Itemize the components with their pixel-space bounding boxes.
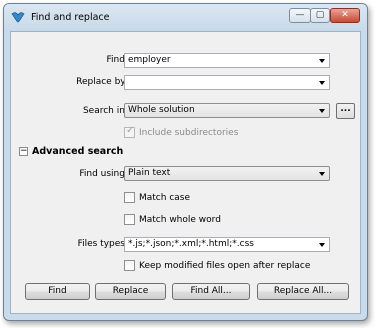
replace-button[interactable]: Replace bbox=[95, 283, 166, 300]
match-case-label: Match case bbox=[139, 193, 191, 203]
file-types-input[interactable]: *.js;*.json;*.xml;*.html;*.css bbox=[124, 237, 330, 252]
chevron-down-icon[interactable] bbox=[319, 81, 325, 85]
window-title: Find and replace bbox=[31, 12, 110, 23]
find-all-button[interactable]: Find All... bbox=[172, 283, 250, 300]
include-subdirectories-label: Include subdirectories bbox=[139, 128, 239, 138]
browse-button[interactable]: ... bbox=[336, 103, 355, 119]
file-types-label: Files types: bbox=[77, 239, 128, 249]
minimize-button[interactable]: — bbox=[289, 8, 311, 23]
find-button[interactable]: Find bbox=[25, 283, 90, 300]
replace-all-button[interactable]: Replace All... bbox=[257, 283, 349, 300]
find-using-value: Plain text bbox=[128, 168, 171, 178]
include-subdirectories-checkbox[interactable]: ✓ bbox=[124, 125, 135, 138]
title-bar[interactable]: Find and replace — ▢ ✕ bbox=[4, 4, 367, 31]
match-whole-word-checkbox[interactable] bbox=[124, 214, 135, 225]
chevron-down-icon[interactable] bbox=[319, 59, 325, 63]
find-using-label: Find using: bbox=[79, 169, 128, 179]
chevron-down-icon[interactable] bbox=[319, 243, 325, 247]
replace-by-label: Replace by: bbox=[76, 77, 128, 87]
dialog-body: Find: employer Replace by: Search in: Wh… bbox=[10, 31, 361, 314]
close-button[interactable]: ✕ bbox=[330, 8, 360, 23]
checkmark-icon: ✓ bbox=[126, 125, 135, 136]
replace-by-input[interactable] bbox=[124, 75, 330, 90]
chevron-down-icon bbox=[319, 109, 325, 113]
match-whole-word-label: Match whole word bbox=[139, 215, 221, 225]
find-replace-window: Find and replace — ▢ ✕ Find: employer Re… bbox=[3, 3, 368, 321]
file-types-value: *.js;*.json;*.xml;*.html;*.css bbox=[128, 239, 254, 249]
search-in-value: Whole solution bbox=[128, 105, 195, 115]
app-icon bbox=[11, 12, 25, 23]
find-using-select[interactable]: Plain text bbox=[124, 166, 330, 181]
keep-open-checkbox[interactable] bbox=[124, 260, 135, 271]
find-input[interactable]: employer bbox=[124, 53, 330, 68]
keep-open-label: Keep modified files open after replace bbox=[139, 261, 311, 271]
chevron-down-icon bbox=[319, 172, 325, 176]
search-in-label: Search in: bbox=[82, 106, 128, 116]
search-in-select[interactable]: Whole solution bbox=[124, 103, 330, 118]
collapse-icon[interactable]: − bbox=[19, 147, 28, 156]
match-case-checkbox[interactable] bbox=[124, 192, 135, 203]
advanced-search-title[interactable]: Advanced search bbox=[32, 146, 123, 157]
find-value: employer bbox=[128, 55, 171, 65]
maximize-button[interactable]: ▢ bbox=[310, 8, 330, 23]
